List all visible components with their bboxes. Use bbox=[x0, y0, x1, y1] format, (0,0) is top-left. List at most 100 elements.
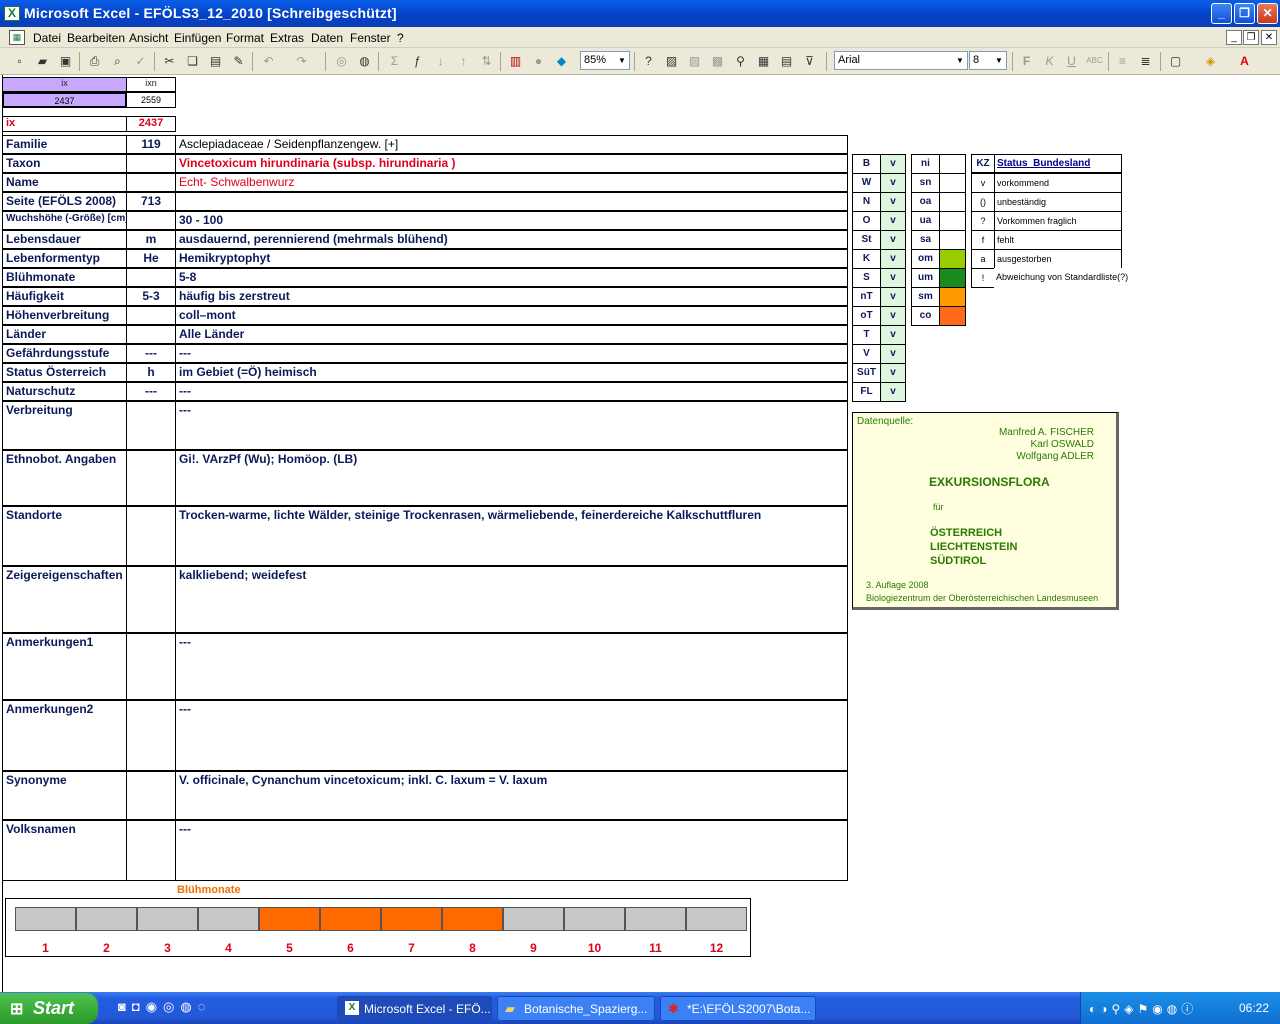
row-code[interactable] bbox=[126, 700, 176, 771]
menu-extras[interactable]: Extras bbox=[270, 31, 304, 45]
borders-icon[interactable]: ▢ bbox=[1167, 53, 1184, 69]
row-code[interactable]: He bbox=[126, 249, 176, 268]
doc-minimize-button[interactable]: _ bbox=[1226, 30, 1242, 45]
region-status[interactable]: v bbox=[880, 325, 906, 345]
spelling-icon[interactable]: ✓ bbox=[132, 53, 149, 69]
print-preview-icon[interactable]: ⌕ bbox=[109, 53, 126, 69]
row-code[interactable] bbox=[126, 506, 176, 566]
italic-icon[interactable]: K bbox=[1041, 53, 1058, 69]
binoculars-icon[interactable]: ⚲ bbox=[732, 53, 749, 69]
tool3-icon[interactable]: ▩ bbox=[709, 53, 726, 69]
row-value[interactable]: --- bbox=[175, 382, 848, 401]
ixn-value[interactable]: 2559 bbox=[126, 92, 176, 108]
menu-help[interactable]: ? bbox=[397, 31, 404, 45]
row-code[interactable] bbox=[126, 154, 176, 173]
row-value[interactable]: Gi!. VArzPf (Wu); Homöop. (LB) bbox=[175, 450, 848, 506]
row-code[interactable]: m bbox=[126, 230, 176, 249]
chart-icon[interactable]: ▥ bbox=[507, 53, 524, 69]
row-code[interactable] bbox=[126, 211, 176, 230]
row-value[interactable]: 30 - 100 bbox=[175, 211, 848, 230]
paste-icon[interactable]: ▤ bbox=[207, 53, 224, 69]
align-center-icon[interactable]: ≣ bbox=[1137, 53, 1154, 69]
row-value[interactable]: --- bbox=[175, 633, 848, 700]
row-code[interactable] bbox=[126, 633, 176, 700]
region-status[interactable]: v bbox=[880, 154, 906, 174]
minimize-button[interactable]: _ bbox=[1211, 3, 1232, 24]
row-code[interactable]: h bbox=[126, 363, 176, 382]
region-status[interactable]: v bbox=[880, 268, 906, 288]
quicklaunch-icons[interactable]: ◙◘◉◎◍◌ bbox=[118, 999, 211, 1015]
row-value[interactable]: --- bbox=[175, 820, 848, 881]
row-value[interactable]: Echt- Schwalbenwurz bbox=[175, 173, 848, 192]
new-icon[interactable]: ▫ bbox=[11, 53, 28, 69]
map-icon[interactable]: ● bbox=[530, 53, 547, 69]
sort-desc-icon[interactable]: ↑ bbox=[455, 53, 472, 69]
menu-daten[interactable]: Daten bbox=[311, 31, 343, 45]
row-value[interactable]: Hemikryptophyt bbox=[175, 249, 848, 268]
menu-fenster[interactable]: Fenster bbox=[350, 31, 391, 45]
region-status[interactable]: v bbox=[880, 344, 906, 364]
form-icon[interactable]: ▤ bbox=[778, 53, 795, 69]
workbook-icon[interactable]: ▦ bbox=[9, 30, 25, 45]
clock[interactable]: 06:22 bbox=[1239, 1001, 1269, 1015]
menu-einfuegen[interactable]: Einfügen bbox=[174, 31, 221, 45]
row-code[interactable]: --- bbox=[126, 344, 176, 363]
bold-icon[interactable]: F bbox=[1018, 53, 1035, 69]
fill-color-icon[interactable]: ◈ bbox=[1202, 53, 1219, 69]
copy-icon[interactable]: ❏ bbox=[184, 53, 201, 69]
undo-icon[interactable]: ↶ bbox=[260, 53, 277, 69]
row-code[interactable]: 713 bbox=[126, 192, 176, 211]
sort-icon[interactable]: ⇅ bbox=[478, 53, 495, 69]
excel-icon[interactable]: X bbox=[4, 6, 20, 21]
row-value[interactable] bbox=[175, 192, 848, 211]
row-code[interactable] bbox=[126, 173, 176, 192]
row-code[interactable] bbox=[126, 306, 176, 325]
start-button[interactable]: ⊞ Start bbox=[0, 993, 98, 1024]
row-code[interactable] bbox=[126, 268, 176, 287]
worksheet[interactable]: ix ixn 2437 2559 ix 2437 Familie 119 Ascle… bbox=[0, 75, 1280, 992]
row-value[interactable]: 5-8 bbox=[175, 268, 848, 287]
row-code[interactable] bbox=[126, 325, 176, 344]
row-code[interactable] bbox=[126, 401, 176, 450]
cut-icon[interactable]: ✂ bbox=[161, 53, 178, 69]
close-button[interactable]: ✕ bbox=[1257, 3, 1278, 24]
task-folder[interactable]: ▰ Botanische_Spazierg... bbox=[497, 996, 655, 1021]
region-status[interactable]: v bbox=[880, 249, 906, 269]
region-status[interactable]: v bbox=[880, 287, 906, 307]
row-value[interactable]: ausdauernd, perennierend (mehrmals blühe… bbox=[175, 230, 848, 249]
web-icon[interactable]: ◍ bbox=[356, 53, 373, 69]
region-status[interactable]: v bbox=[880, 173, 906, 193]
autosum-icon[interactable]: Σ bbox=[386, 53, 403, 69]
merge-icon[interactable]: ▦ bbox=[755, 53, 772, 69]
row-code[interactable]: 119 bbox=[126, 135, 176, 154]
font-color-icon[interactable]: A bbox=[1236, 53, 1253, 69]
task-editor[interactable]: ✱ *E:\EFÖLS2007\Bota... bbox=[660, 996, 816, 1021]
row-value[interactable]: Asclepiadaceae / Seidenpflanzengew. [+] bbox=[175, 135, 848, 154]
row-value[interactable]: im Gebiet (=Ö) heimisch bbox=[175, 363, 848, 382]
tool2-icon[interactable]: ▧ bbox=[686, 53, 703, 69]
ix-value[interactable]: 2437 bbox=[2, 92, 127, 108]
row-value[interactable]: häufig bis zerstreut bbox=[175, 287, 848, 306]
filter-icon[interactable]: ⊽ bbox=[801, 53, 818, 69]
row-value[interactable]: --- bbox=[175, 401, 848, 450]
format-painter-icon[interactable]: ✎ bbox=[230, 53, 247, 69]
print-icon[interactable]: ⎙ bbox=[86, 53, 103, 69]
region-status[interactable]: v bbox=[880, 211, 906, 231]
align-left-icon[interactable]: ≡ bbox=[1114, 53, 1131, 69]
row-value[interactable]: kalkliebend; weidefest bbox=[175, 566, 848, 633]
row-code[interactable]: 5-3 bbox=[126, 287, 176, 306]
tray-icons[interactable]: ◐◑⚲◈⚑◉◍ⓘ bbox=[1089, 1000, 1197, 1017]
underline-icon[interactable]: U bbox=[1063, 53, 1080, 69]
row-code[interactable] bbox=[126, 771, 176, 820]
drawing-icon[interactable]: ◆ bbox=[553, 53, 570, 69]
menu-format[interactable]: Format bbox=[226, 31, 264, 45]
tool-icon[interactable]: ▨ bbox=[663, 53, 680, 69]
doc-restore-button[interactable]: ❐ bbox=[1243, 30, 1259, 45]
zoom-select[interactable]: 85% ▼ bbox=[580, 51, 630, 70]
row-value[interactable]: --- bbox=[175, 700, 848, 771]
function-icon[interactable]: ƒ bbox=[409, 53, 426, 69]
row-code[interactable] bbox=[126, 450, 176, 506]
row-code[interactable]: --- bbox=[126, 382, 176, 401]
strike-icon[interactable]: ABC bbox=[1086, 53, 1103, 69]
region-status[interactable]: v bbox=[880, 306, 906, 326]
